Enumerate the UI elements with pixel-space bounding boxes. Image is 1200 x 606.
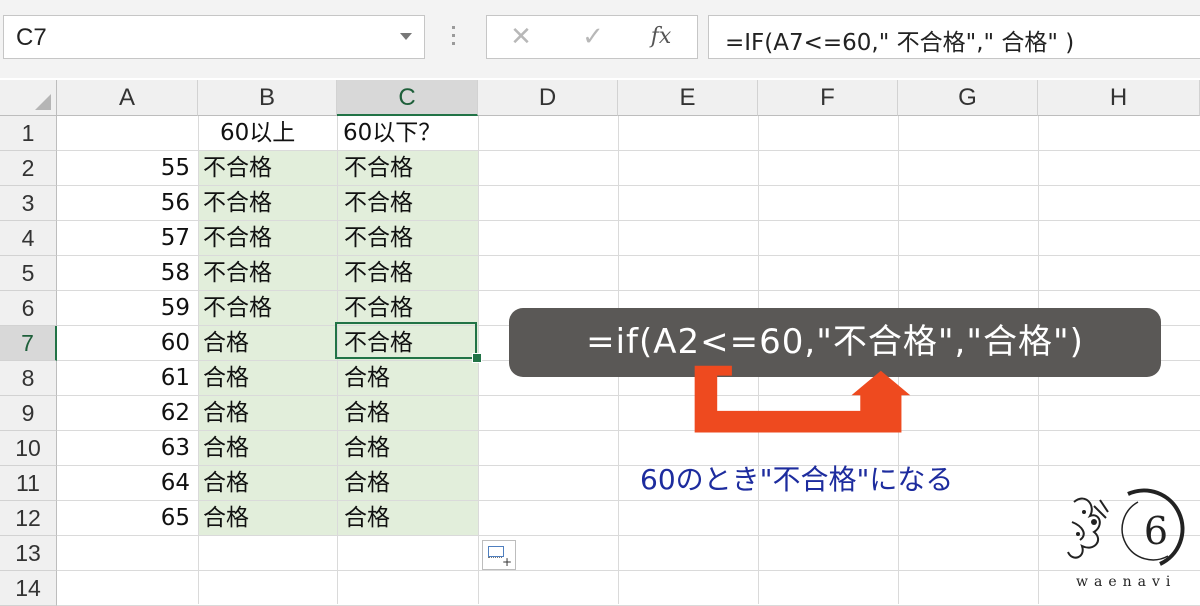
- cell-b3[interactable]: 不合格: [203, 186, 333, 221]
- quick-analysis-icon[interactable]: +: [482, 540, 516, 570]
- formula-input[interactable]: =IF(A7<=60," 不合格"," 合格" ): [708, 15, 1200, 59]
- row-header-5[interactable]: 5: [0, 256, 57, 291]
- cell-a6[interactable]: 59: [57, 291, 190, 326]
- cell-b2[interactable]: 不合格: [203, 151, 333, 186]
- cell-c3[interactable]: 不合格: [344, 186, 474, 221]
- cell-b7[interactable]: 合格: [203, 326, 333, 361]
- cell-c10[interactable]: 合格: [344, 431, 474, 466]
- cell-a9[interactable]: 62: [57, 396, 190, 431]
- column-header-a[interactable]: A: [57, 80, 198, 116]
- row-header-4[interactable]: 4: [0, 221, 57, 256]
- cell-a10[interactable]: 63: [57, 431, 190, 466]
- cell-c6[interactable]: 不合格: [344, 291, 474, 326]
- column-header-e[interactable]: E: [618, 80, 758, 116]
- row-header-6[interactable]: 6: [0, 291, 57, 326]
- cell-b9[interactable]: 合格: [203, 396, 333, 431]
- row-header-14[interactable]: 14: [0, 571, 57, 606]
- cell-b10[interactable]: 合格: [203, 431, 333, 466]
- row-header-12[interactable]: 12: [0, 501, 57, 536]
- cell-b8[interactable]: 合格: [203, 361, 333, 396]
- row-header-9[interactable]: 9: [0, 396, 57, 431]
- insert-function-icon[interactable]: fx: [631, 16, 691, 58]
- annotation-text: 60のとき"不合格"になる: [640, 463, 954, 496]
- gridline-horizontal: [57, 570, 1200, 571]
- cell-a12[interactable]: 65: [57, 501, 190, 536]
- cell-a3[interactable]: 56: [57, 186, 190, 221]
- cell-b1[interactable]: 60以上: [220, 116, 335, 151]
- column-header-g[interactable]: G: [898, 80, 1038, 116]
- enter-icon[interactable]: ✓: [563, 16, 623, 58]
- row-header-7[interactable]: 7: [0, 326, 57, 361]
- cell-b4[interactable]: 不合格: [203, 221, 333, 256]
- waenavi-logo: 6 waenavi: [1064, 482, 1192, 602]
- cell-b11[interactable]: 合格: [203, 466, 333, 501]
- row-header-11[interactable]: 11: [0, 466, 57, 501]
- cell-c12[interactable]: 合格: [344, 501, 474, 536]
- row-header-2[interactable]: 2: [0, 151, 57, 186]
- cell-c9[interactable]: 合格: [344, 396, 474, 431]
- select-all-icon: [35, 94, 51, 110]
- cell-a11[interactable]: 64: [57, 466, 190, 501]
- row-header-1[interactable]: 1: [0, 116, 57, 151]
- row-header-13[interactable]: 13: [0, 536, 57, 571]
- cell-c8[interactable]: 合格: [344, 361, 474, 396]
- fill-handle[interactable]: [472, 353, 482, 363]
- column-header-f[interactable]: F: [758, 80, 898, 116]
- row-header-8[interactable]: 8: [0, 361, 57, 396]
- select-all-button[interactable]: [0, 80, 57, 116]
- cell-b12[interactable]: 合格: [203, 501, 333, 536]
- row-header-10[interactable]: 10: [0, 431, 57, 466]
- splitter-handle-icon[interactable]: [452, 26, 456, 52]
- active-cell-outline: [335, 322, 477, 359]
- formula-buttons: ✕ ✓ fx: [486, 15, 698, 59]
- name-box-value: C7: [16, 24, 47, 51]
- cell-b6[interactable]: 不合格: [203, 291, 333, 326]
- column-header-h[interactable]: H: [1038, 80, 1200, 116]
- chevron-down-icon[interactable]: [400, 33, 412, 40]
- cell-a8[interactable]: 61: [57, 361, 190, 396]
- cell-c2[interactable]: 不合格: [344, 151, 474, 186]
- formula-bar: C7 ✕ ✓ fx =IF(A7<=60," 不合格"," 合格" ): [0, 0, 1200, 78]
- row-header-3[interactable]: 3: [0, 186, 57, 221]
- column-header-b[interactable]: B: [198, 80, 337, 116]
- name-box[interactable]: C7: [3, 15, 425, 59]
- logo-brand-text: waenavi: [1076, 574, 1177, 590]
- column-header-d[interactable]: D: [478, 80, 618, 116]
- cell-a7[interactable]: 60: [57, 326, 190, 361]
- formula-text: =IF(A7<=60," 不合格"," 合格" ): [725, 30, 1075, 56]
- logo-emblem-icon: 6: [1067, 488, 1185, 566]
- logo-mark: 6: [1144, 509, 1168, 553]
- cancel-icon[interactable]: ✕: [491, 16, 551, 58]
- cell-b5[interactable]: 不合格: [203, 256, 333, 291]
- cell-a5[interactable]: 58: [57, 256, 190, 291]
- bracket-arrow-icon: [694, 365, 911, 433]
- column-header-c[interactable]: C: [337, 80, 478, 116]
- cell-c1[interactable]: 60以下？: [343, 116, 473, 151]
- cell-c4[interactable]: 不合格: [344, 221, 474, 256]
- cell-a2[interactable]: 55: [57, 151, 190, 186]
- cell-a4[interactable]: 57: [57, 221, 190, 256]
- cell-c5[interactable]: 不合格: [344, 256, 474, 291]
- cell-c11[interactable]: 合格: [344, 466, 474, 501]
